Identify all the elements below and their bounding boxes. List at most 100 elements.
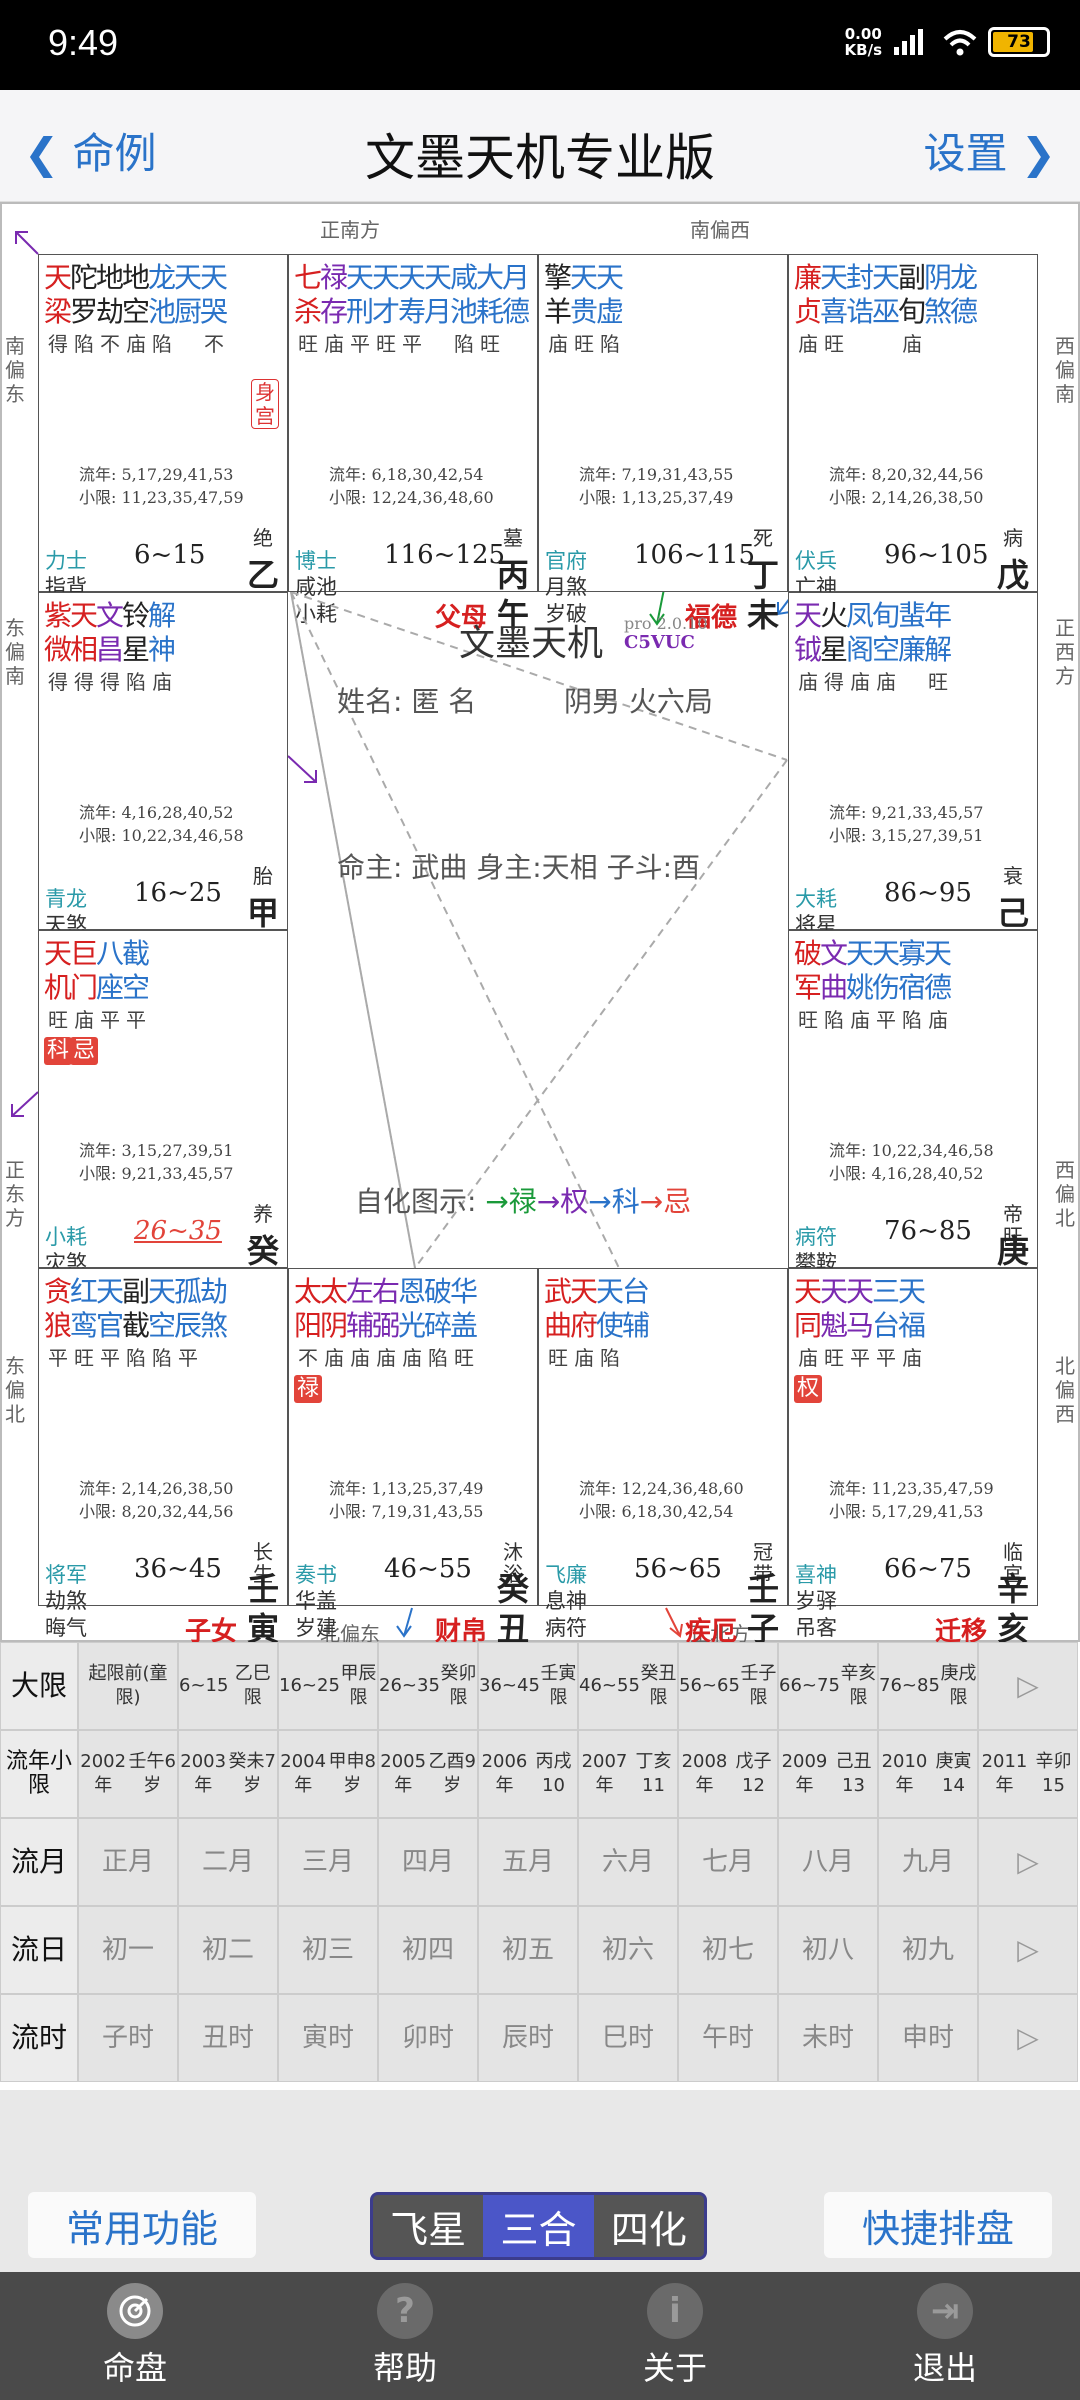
- grid-cell[interactable]: 初六: [578, 1906, 678, 1994]
- center-panel: 文墨天机 pro 2.0.10 C5VUC 姓名: 匿 名 阴男 火六局 命主:…: [289, 592, 789, 1606]
- palace[interactable]: 破军旺文曲陷天姚庙天伤平寡宿陷天德庙流年: 10,22,34,46,58 小限: …: [788, 930, 1038, 1310]
- grid-cell[interactable]: 四月: [378, 1818, 478, 1906]
- tab-help[interactable]: ? 帮助: [270, 2272, 540, 2400]
- liuyue-next-arrow[interactable]: ▷: [978, 1818, 1078, 1906]
- grid-cell[interactable]: 午时: [678, 1994, 778, 2082]
- grid-cell[interactable]: 2003年 癸未7岁: [178, 1730, 278, 1818]
- daxian-head: 大限: [0, 1642, 78, 1730]
- tab-exit[interactable]: ⇥ 退出: [810, 2272, 1080, 2400]
- settings-button[interactable]: 设置 ❯: [923, 120, 1056, 181]
- quick-chart-button[interactable]: 快捷排盘: [824, 2192, 1052, 2258]
- palace[interactable]: 天钺庙火星得凤阁庙旬空庙蜚廉年解旺流年: 9,21,33,45,57 小限: 3,…: [788, 592, 1038, 972]
- grid-cell[interactable]: 初八: [778, 1906, 878, 1994]
- liunian-xiaoxian: 流年: 4,16,28,40,52 小限: 10,22,34,46,58: [79, 803, 244, 845]
- grid-cell[interactable]: 七月: [678, 1818, 778, 1906]
- grid-cell[interactable]: 6~15 乙巳限: [178, 1642, 278, 1730]
- liuri-row: 流日 初一 初二 初三 初四 初五 初六 初七 初八 初九 ▷: [0, 1906, 1080, 1994]
- daxian-range: 66~75: [884, 1554, 972, 1584]
- grid-cell[interactable]: 卯时: [378, 1994, 478, 2082]
- grid-cell[interactable]: 二月: [178, 1818, 278, 1906]
- grid-cell[interactable]: 26~35 癸卯限: [378, 1642, 478, 1730]
- view-mode-segmented: 飞星 三合 四化: [370, 2192, 707, 2260]
- grid-cell[interactable]: 子时: [78, 1994, 178, 2082]
- grid-cell[interactable]: 66~75 辛亥限: [778, 1642, 878, 1730]
- palace[interactable]: 廉贞庙天喜旺封诰天巫副旬庙阴煞龙德流年: 8,20,32,44,56 小限: 2,…: [788, 254, 1038, 634]
- star: 旬空庙: [872, 599, 901, 694]
- grid-cell[interactable]: 初四: [378, 1906, 478, 1994]
- star: 贪狼平: [44, 1275, 73, 1370]
- grid-cell[interactable]: 2011年 辛卯15: [978, 1730, 1078, 1818]
- grid-cell[interactable]: 初九: [878, 1906, 978, 1994]
- grid-cell[interactable]: 16~25 甲辰限: [278, 1642, 378, 1730]
- grid-cell[interactable]: 2010年 庚寅14: [878, 1730, 978, 1818]
- palace-stars: 贪狼平红鸾旺天官平副截陷天空陷孤辰平劫煞: [44, 1275, 229, 1373]
- star: 劫煞: [200, 1275, 229, 1342]
- common-functions-button[interactable]: 常用功能: [28, 2192, 256, 2258]
- exit-icon: ⇥: [917, 2283, 973, 2339]
- grid-cell[interactable]: 九月: [878, 1818, 978, 1906]
- grid-cell[interactable]: 八月: [778, 1818, 878, 1906]
- seg-sihua[interactable]: 四化: [594, 2195, 704, 2257]
- wifi-icon: [943, 30, 977, 56]
- nav-bar: ❮ 命例 文墨天机专业版 设置 ❯: [0, 90, 1080, 202]
- grid-cell[interactable]: 寅时: [278, 1994, 378, 2082]
- palace[interactable]: 七杀旺禄存庙天刑平天才旺天寿平天月咸池陷大耗旺月德流年: 6,18,30,42,…: [288, 254, 538, 634]
- grid-cell[interactable]: 2005年 乙酉9岁: [378, 1730, 478, 1818]
- tab-about[interactable]: i 关于: [540, 2272, 810, 2400]
- grid-cell[interactable]: 76~85 庚戌限: [878, 1642, 978, 1730]
- star: 地劫不: [96, 261, 125, 356]
- grid-cell[interactable]: 56~65 壬子限: [678, 1642, 778, 1730]
- grid-cell[interactable]: 46~55 癸丑限: [578, 1642, 678, 1730]
- grid-cell[interactable]: 巳时: [578, 1994, 678, 2082]
- star: 天机旺科: [44, 937, 73, 1065]
- grid-cell[interactable]: 2008年 戊子12: [678, 1730, 778, 1818]
- page-title: 文墨天机专业版: [365, 129, 715, 187]
- grid-cell[interactable]: 初五: [478, 1906, 578, 1994]
- liuri-next-arrow[interactable]: ▷: [978, 1906, 1078, 1994]
- palace[interactable]: 紫微得天相得文昌得铃星陷解神庙流年: 4,16,28,40,52 小限: 10,2…: [38, 592, 288, 972]
- star: 天贵旺: [570, 261, 599, 356]
- palace[interactable]: 天梁得陀罗陷地劫不地空庙龙池陷天厨天哭不身宫 流年: 5,17,29,41,53 小…: [38, 254, 288, 634]
- star: 天月: [424, 261, 453, 328]
- grid-cell[interactable]: 2006年 丙戌10: [478, 1730, 578, 1818]
- tab-chart[interactable]: 命盘: [0, 2272, 270, 2400]
- daxian-range: 76~85: [884, 1216, 972, 1246]
- palace-stars: 天机旺科巨门庙忌八座平截空平: [44, 937, 150, 1065]
- daxian-next-arrow[interactable]: ▷: [978, 1642, 1078, 1730]
- body-palace-tag: 身宫: [251, 379, 279, 429]
- grid-cell[interactable]: 丑时: [178, 1994, 278, 2082]
- grid-cell[interactable]: 辰时: [478, 1994, 578, 2082]
- grid-cell[interactable]: 初七: [678, 1906, 778, 1994]
- star: 咸池陷: [450, 261, 479, 356]
- grid-cell[interactable]: 36~45 壬寅限: [478, 1642, 578, 1730]
- grid-cell[interactable]: 三月: [278, 1818, 378, 1906]
- daxian-range: 116~125: [384, 540, 506, 570]
- daxian-range: 36~45: [134, 1554, 222, 1584]
- grid-cell[interactable]: 2002年 壬午6岁: [78, 1730, 178, 1818]
- palace[interactable]: 贪狼平红鸾旺天官平副截陷天空陷孤辰平劫煞流年: 2,14,26,38,50 小限:…: [38, 1268, 288, 1648]
- grid-cell[interactable]: 2004年 甲申8岁: [278, 1730, 378, 1818]
- grid-cell[interactable]: 五月: [478, 1818, 578, 1906]
- liushi-next-arrow[interactable]: ▷: [978, 1994, 1078, 2082]
- star: 天哭不: [200, 261, 229, 356]
- grid-cell[interactable]: 初三: [278, 1906, 378, 1994]
- tab-exit-label: 退出: [912, 2349, 977, 2387]
- seg-feixing[interactable]: 飞星: [373, 2195, 483, 2257]
- suiqian-god: 病符: [545, 1616, 587, 1640]
- palace[interactable]: 擎羊庙天贵旺天虚陷流年: 7,19,31,43,55 小限: 1,13,25,37…: [538, 254, 788, 634]
- grid-cell[interactable]: 未时: [778, 1994, 878, 2082]
- grid-cell[interactable]: 2009年 己丑13: [778, 1730, 878, 1818]
- palace[interactable]: 天同庙权天魁旺天马平三台平天福庙流年: 11,23,35,47,59 小限: 5,…: [788, 1268, 1038, 1648]
- grid-cell[interactable]: 初一: [78, 1906, 178, 1994]
- liuri-head: 流日: [0, 1906, 78, 1994]
- sanhe-lines: [290, 592, 788, 1269]
- grid-cell[interactable]: 申时: [878, 1994, 978, 2082]
- grid-cell[interactable]: 2007年 丁亥11: [578, 1730, 678, 1818]
- grid-cell[interactable]: 起限前(童限): [78, 1642, 178, 1730]
- palace[interactable]: 天机旺科巨门庙忌八座平截空平流年: 3,15,27,39,51 小限: 9,21,…: [38, 930, 288, 1310]
- seg-sanhe[interactable]: 三合: [483, 2195, 594, 2257]
- grid-cell[interactable]: 正月: [78, 1818, 178, 1906]
- grid-cell[interactable]: 六月: [578, 1818, 678, 1906]
- star: 破军旺: [794, 937, 823, 1032]
- grid-cell[interactable]: 初二: [178, 1906, 278, 1994]
